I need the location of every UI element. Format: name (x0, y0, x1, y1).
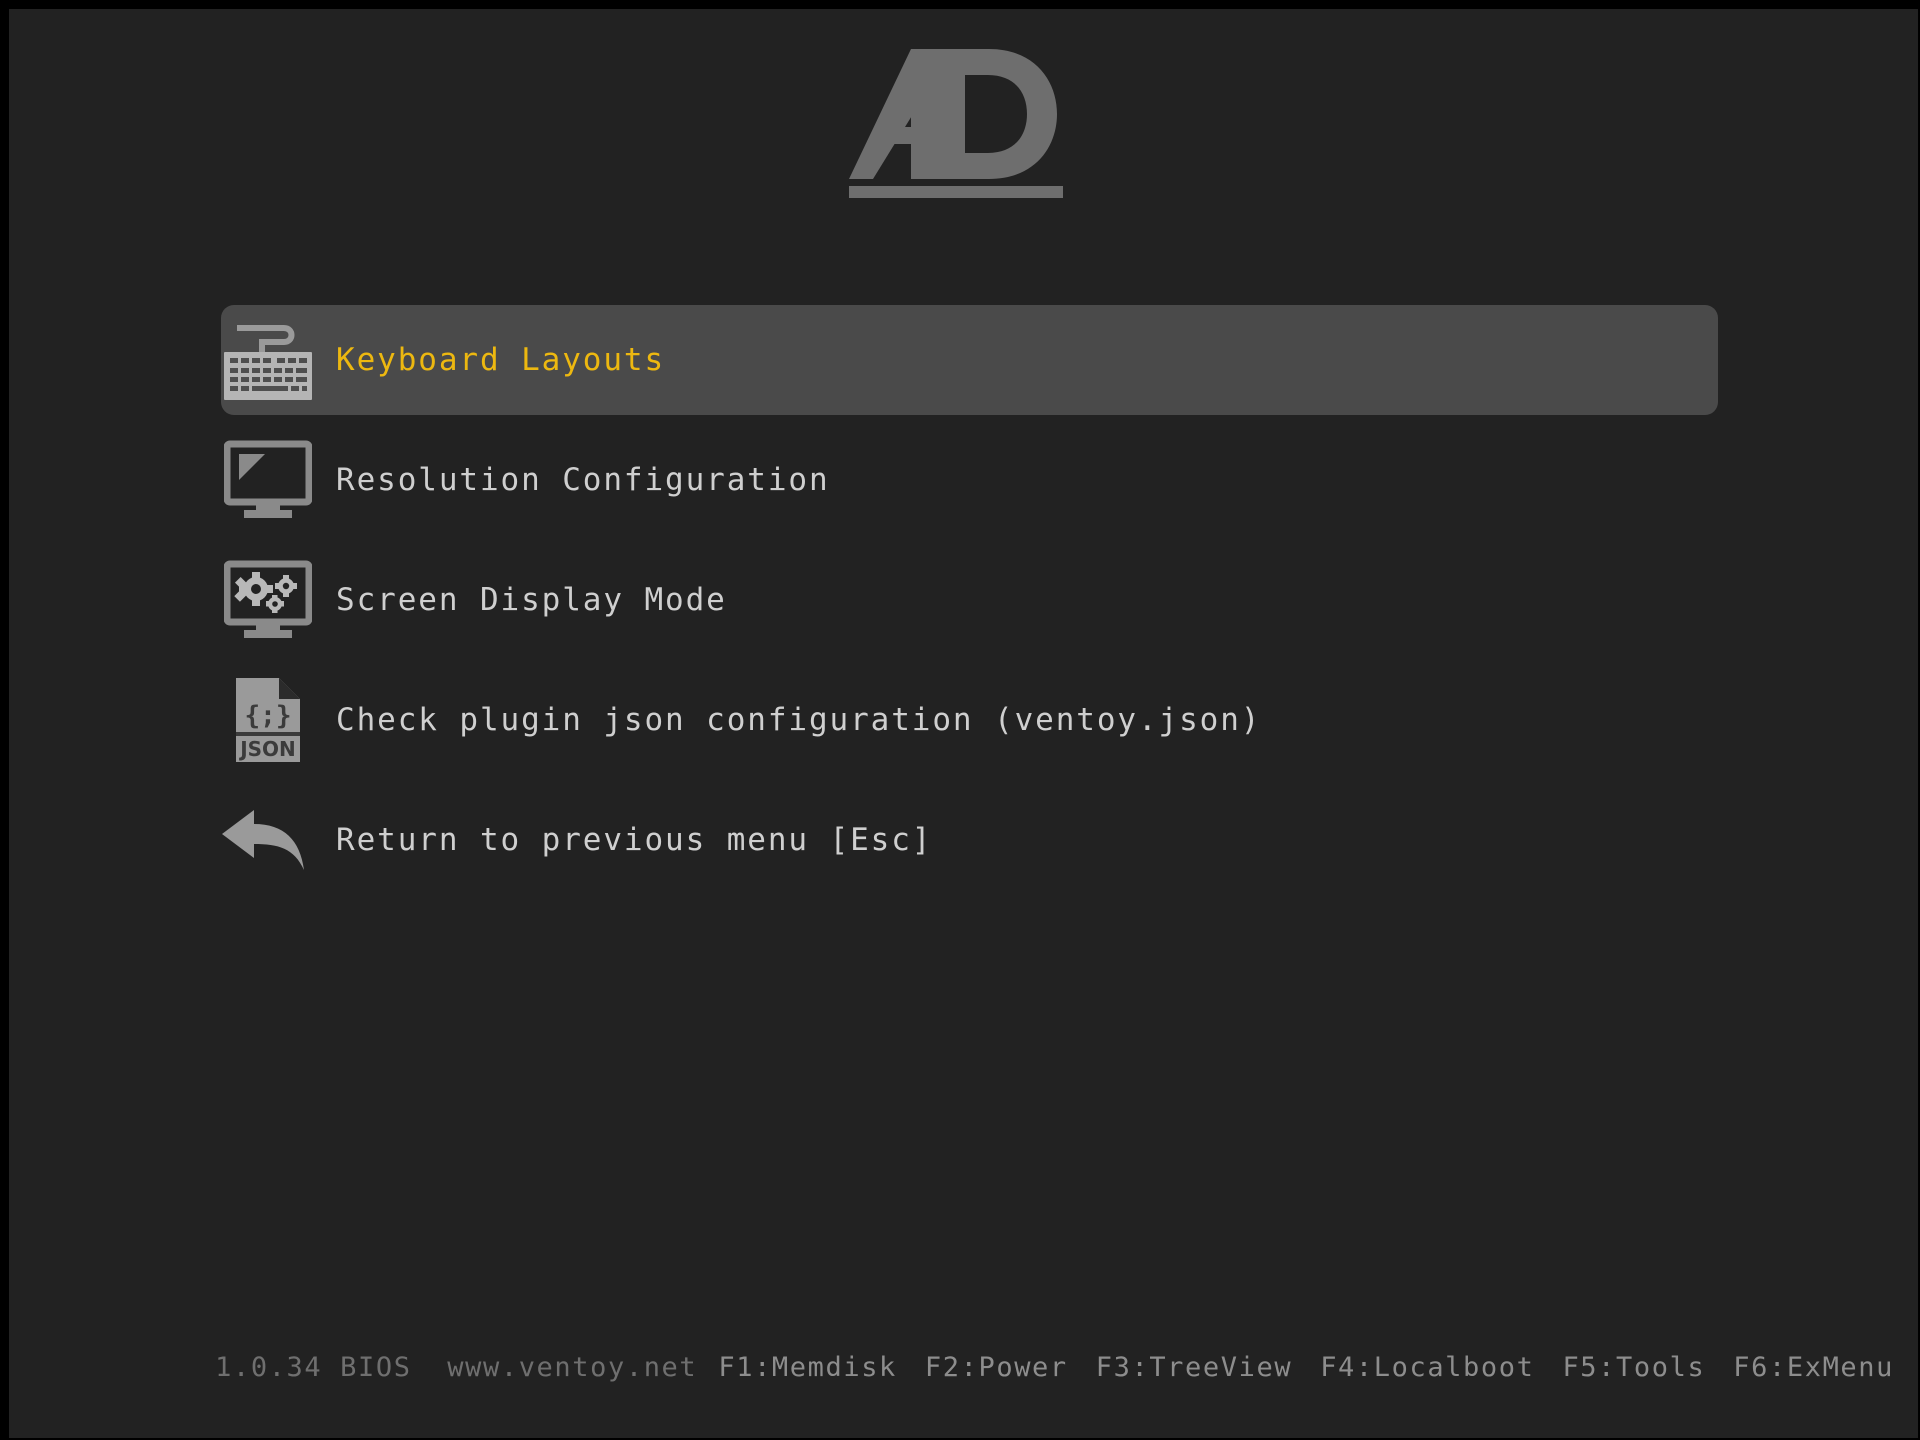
monitor-gears-icon (215, 548, 320, 653)
status-bar: 1.0.34 BIOS www.ventoy.net F1:Memdisk F2:… (9, 1352, 1918, 1438)
fkey-f2-power[interactable]: F2:Power (925, 1352, 1068, 1383)
status-bar-left: 1.0.34 BIOS www.ventoy.net (108, 1321, 697, 1414)
row-spacer (221, 535, 1718, 545)
menu-item-label: Return to previous menu [Esc] (336, 821, 933, 858)
menu-item-label: Keyboard Layouts (336, 341, 666, 378)
menu-item-label: Check plugin json configuration (ventoy.… (336, 701, 1262, 738)
fkey-f1-memdisk[interactable]: F1:Memdisk (718, 1352, 897, 1383)
monitor-icon (215, 428, 320, 533)
fkey-f3-treeview[interactable]: F3:TreeView (1096, 1352, 1292, 1383)
ventoy-boot-menu-screen: Keyboard Layouts Resolution Configuratio… (0, 0, 1920, 1440)
boot-menu-list: Keyboard Layouts Resolution Configuratio… (221, 305, 1718, 895)
menu-item-screen-display-mode[interactable]: Screen Display Mode (221, 545, 1718, 655)
menu-item-keyboard-layouts[interactable]: Keyboard Layouts (221, 305, 1718, 415)
svg-text:JSON: JSON (238, 737, 296, 761)
status-gap (412, 1352, 448, 1383)
keyboard-icon (215, 308, 320, 413)
fkey-f5-tools[interactable]: F5:Tools (1562, 1352, 1705, 1383)
logo-area (9, 39, 1918, 199)
json-file-icon: {;} JSON (215, 668, 320, 773)
row-spacer (221, 655, 1718, 665)
menu-item-label: Resolution Configuration (336, 461, 830, 498)
ventoy-version: 1.0.34 BIOS (215, 1352, 412, 1383)
menu-item-label: Screen Display Mode (336, 581, 727, 618)
menu-item-check-plugin-json[interactable]: {;} JSON Check plugin json configuration… (221, 665, 1718, 775)
menu-item-return-previous[interactable]: Return to previous menu [Esc] (221, 785, 1718, 895)
fkey-f4-localboot[interactable]: F4:Localboot (1320, 1352, 1534, 1383)
fkey-f6-exmenu[interactable]: F6:ExMenu (1733, 1352, 1894, 1383)
row-spacer (221, 415, 1718, 425)
menu-item-resolution-configuration[interactable]: Resolution Configuration (221, 425, 1718, 535)
svg-text:{;}: {;} (244, 701, 291, 731)
status-bar-function-keys: F1:Memdisk F2:Power F3:TreeView F4:Localboo… (611, 1321, 1894, 1414)
ventoy-ad-logo (848, 49, 1063, 198)
back-arrow-icon (215, 788, 320, 893)
row-spacer (221, 775, 1718, 785)
